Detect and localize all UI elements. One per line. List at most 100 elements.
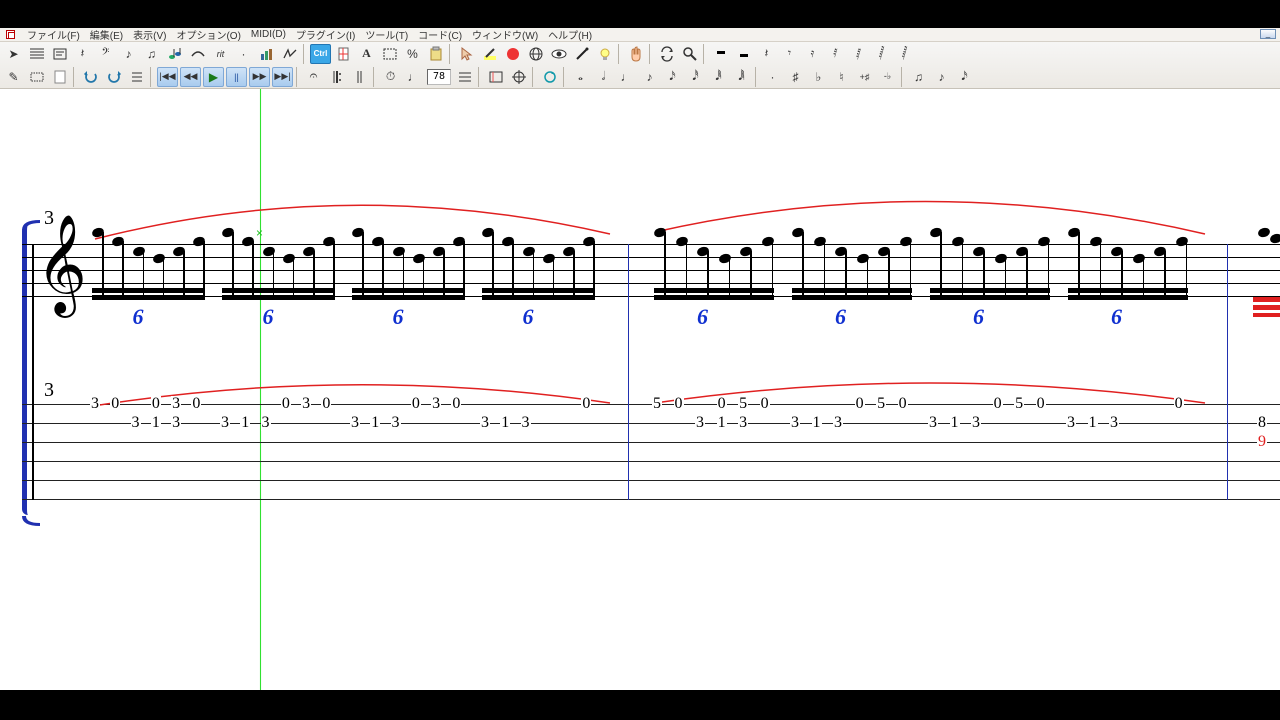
select-rect-icon[interactable] xyxy=(379,44,400,64)
barline-double-icon[interactable] xyxy=(349,67,370,87)
menu-edit[interactable]: 編集(E) xyxy=(90,27,123,42)
eyeball-icon[interactable] xyxy=(548,44,569,64)
refresh-mixer-icon[interactable] xyxy=(539,67,560,87)
slur-group-icon[interactable]: ♫ xyxy=(908,67,929,87)
dot-icon[interactable]: · xyxy=(762,67,783,87)
cursor-icon[interactable]: ✎ xyxy=(3,67,24,87)
thirtysecond-note-icon[interactable]: 𝅘𝅥𝅰 xyxy=(685,67,706,87)
stem xyxy=(102,232,104,298)
half-rest-icon[interactable] xyxy=(733,44,754,64)
magnifier-icon[interactable] xyxy=(679,44,700,64)
percent-icon[interactable]: % xyxy=(402,44,423,64)
document-icon[interactable] xyxy=(49,67,70,87)
eighth-note-icon[interactable]: ♪ xyxy=(639,67,660,87)
pen-highlight-icon[interactable] xyxy=(479,44,500,64)
tab-number: 5 xyxy=(1014,396,1024,412)
justify-icon[interactable] xyxy=(454,67,475,87)
eighth-rest-icon[interactable]: 𝄾 xyxy=(779,44,800,64)
whole-note-icon[interactable]: 𝅝 xyxy=(570,67,591,87)
menu-window[interactable]: ウィンドウ(W) xyxy=(472,27,538,42)
staccato-icon[interactable]: · xyxy=(233,44,254,64)
stem xyxy=(313,251,315,298)
transport-play[interactable]: ▶ xyxy=(203,67,224,87)
arrows-loop-icon[interactable] xyxy=(656,44,677,64)
menu-midi[interactable]: MIDI(D) xyxy=(251,29,286,40)
chord-icon[interactable] xyxy=(256,44,277,64)
double-flat-icon[interactable]: -♭ xyxy=(877,67,898,87)
quarter-rest-icon[interactable]: 𝄽 xyxy=(756,44,777,64)
sixteenth-note-icon[interactable]: 𝅘𝅥𝅯 xyxy=(662,67,683,87)
stem xyxy=(533,251,535,298)
transport-ff-end[interactable]: ▶▶| xyxy=(272,67,293,87)
metronome-icon[interactable]: ⏱ xyxy=(380,67,401,87)
wand-dark-icon[interactable] xyxy=(571,44,592,64)
list-icon[interactable] xyxy=(126,67,147,87)
rit-icon[interactable]: rit xyxy=(210,44,231,64)
sixteenth-rest-icon[interactable]: 𝄿 xyxy=(802,44,823,64)
transport-rewind[interactable]: ◀◀ xyxy=(180,67,201,87)
redo-icon[interactable] xyxy=(103,67,124,87)
tempo-field[interactable] xyxy=(427,69,451,85)
quarter-note-dur-icon[interactable]: ♩ xyxy=(616,67,637,87)
undo-icon[interactable] xyxy=(80,67,101,87)
region-icon[interactable] xyxy=(26,67,47,87)
coda-globe-icon[interactable] xyxy=(508,67,529,87)
fermata-icon[interactable]: 𝄐 xyxy=(303,67,324,87)
toolbar-row-1: ➤ 𝄽 𝄢 ♪ ♫ rit · Ctrl A xyxy=(0,42,1280,65)
natural-icon[interactable]: ♮ xyxy=(831,67,852,87)
menu-plugin[interactable]: プラグイン(I) xyxy=(296,27,355,42)
flat-icon[interactable]: ♭ xyxy=(808,67,829,87)
repeat-bracket-icon[interactable] xyxy=(485,67,506,87)
light-bulb-icon[interactable] xyxy=(594,44,615,64)
notes-icon[interactable] xyxy=(164,44,185,64)
text-A-icon[interactable]: A xyxy=(356,44,377,64)
staff-icon[interactable] xyxy=(26,44,47,64)
ctrl-icon[interactable]: Ctrl xyxy=(310,44,331,64)
tab-number: 1 xyxy=(240,415,250,431)
cut-icon[interactable] xyxy=(333,44,354,64)
transport-pause[interactable]: || xyxy=(226,67,247,87)
thirtysecond-rest-icon[interactable]: 𝅀 xyxy=(825,44,846,64)
bass-clef-icon[interactable]: 𝄢 xyxy=(95,44,116,64)
arrow-cursor-icon[interactable] xyxy=(456,44,477,64)
menu-file[interactable]: ファイル(F) xyxy=(27,27,80,42)
double-sharp-icon[interactable]: +♯ xyxy=(854,67,875,87)
pointer-icon[interactable]: ➤ xyxy=(3,44,24,64)
sixtyfourth-rest-icon[interactable]: 𝅁 xyxy=(848,44,869,64)
eighth-note-alt-icon[interactable]: ♪ xyxy=(931,67,952,87)
minimize-button[interactable]: _ xyxy=(1260,29,1276,39)
stem xyxy=(443,251,445,298)
menu-options[interactable]: オプション(O) xyxy=(176,27,240,42)
menu-chord[interactable]: コード(C) xyxy=(418,27,462,42)
onetwentyeighth-note-icon[interactable]: 𝅘𝅥𝅲 xyxy=(731,67,752,87)
menu-view[interactable]: 表示(V) xyxy=(133,27,166,42)
hand-icon[interactable] xyxy=(625,44,646,64)
toolbar-row-2: ✎ |◀◀ ◀◀ ▶ || ▶▶ ▶▶| 𝄐 ⏱ xyxy=(0,65,1280,88)
tab-number: 0 xyxy=(1036,396,1046,412)
transport-rewind-start[interactable]: |◀◀ xyxy=(157,67,178,87)
tie-icon[interactable] xyxy=(187,44,208,64)
globe-icon[interactable] xyxy=(525,44,546,64)
beam-note-icon[interactable]: ♫ xyxy=(141,44,162,64)
palette-red-icon[interactable] xyxy=(502,44,523,64)
transport-ff[interactable]: ▶▶ xyxy=(249,67,270,87)
sixteenth-note-alt-icon[interactable]: 𝅘𝅥𝅯 xyxy=(954,67,975,87)
lyric-icon[interactable] xyxy=(49,44,70,64)
half-note-icon[interactable]: 𝅗𝅥 xyxy=(593,67,614,87)
menu-tool[interactable]: ツール(T) xyxy=(365,27,408,42)
clipboard-icon[interactable] xyxy=(425,44,446,64)
rest-icon[interactable]: 𝄽 xyxy=(72,44,93,64)
twofiftysixth-rest-icon[interactable]: 𝅂 xyxy=(894,44,915,64)
repeat-barline-icon[interactable] xyxy=(326,67,347,87)
onetwentyeighth-rest-icon[interactable]: 𝅂 xyxy=(871,44,892,64)
sharp-icon[interactable]: ♯ xyxy=(785,67,806,87)
score-canvas[interactable]: 3 𝄞 3 × xyxy=(0,89,1280,690)
beam xyxy=(930,288,1050,293)
note-entry-icon[interactable]: ♪ xyxy=(118,44,139,64)
tab-number: 0 xyxy=(281,396,291,412)
coda-jump-icon[interactable] xyxy=(279,44,300,64)
menu-help[interactable]: ヘルプ(H) xyxy=(548,27,592,42)
quarter-note-icon[interactable]: ♩ xyxy=(403,67,424,87)
whole-rest-icon[interactable] xyxy=(710,44,731,64)
sixtyfourth-note-icon[interactable]: 𝅘𝅥𝅱 xyxy=(708,67,729,87)
